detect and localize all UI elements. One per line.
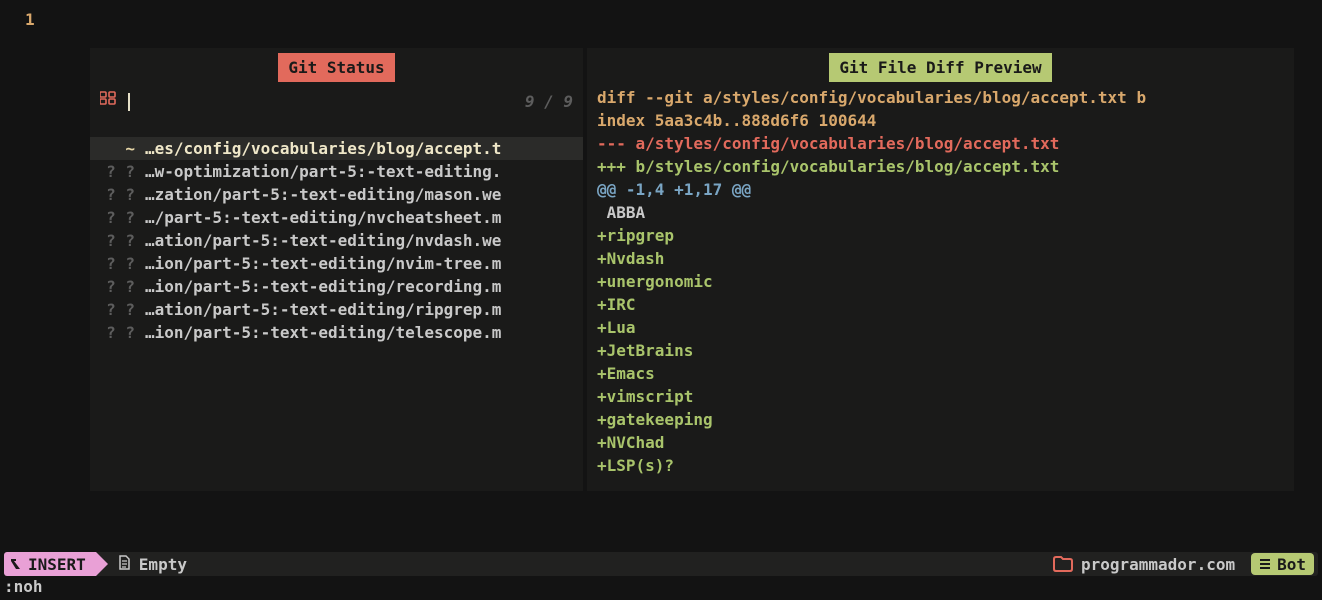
position-label: Bot: [1277, 553, 1306, 576]
list-item[interactable]: ? ?…w-optimization/part-5:-text-editing.: [90, 160, 583, 183]
git-status-list[interactable]: ~…es/config/vocabularies/blog/accept.t? …: [90, 137, 583, 348]
git-status-title: Git Status: [278, 53, 394, 82]
list-item[interactable]: ~…es/config/vocabularies/blog/accept.t: [90, 137, 583, 160]
git-status-panel: Git Status 9 / 9 ~…es/config/vocabularie…: [90, 48, 583, 491]
file-icon: [118, 553, 131, 576]
list-item[interactable]: ? ?…ion/part-5:-text-editing/telescope.m: [90, 321, 583, 344]
diff-line: +++ b/styles/config/vocabularies/blog/ac…: [597, 155, 1284, 178]
file-status: ? ?: [90, 183, 145, 206]
file-status: ? ?: [90, 206, 145, 229]
diff-line: +IRC: [597, 293, 1284, 316]
diff-line: +Lua: [597, 316, 1284, 339]
file-name: …ion/part-5:-text-editing/recording.m: [145, 275, 501, 298]
diff-line: +ripgrep: [597, 224, 1284, 247]
diff-line: +Emacs: [597, 362, 1284, 385]
result-count: 9 / 9: [525, 90, 573, 113]
telescope-prompt-row: 9 / 9: [90, 86, 583, 131]
diff-line: @@ -1,4 +1,17 @@: [597, 178, 1284, 201]
file-name: …ation/part-5:-text-editing/ripgrep.m: [145, 298, 501, 321]
mode-badge-arrow: [96, 552, 108, 576]
folder-segment: programmador.com: [1043, 553, 1245, 576]
list-item[interactable]: ? ?…ion/part-5:-text-editing/nvim-tree.m: [90, 252, 583, 275]
list-item[interactable]: ? ?…ation/part-5:-text-editing/nvdash.we: [90, 229, 583, 252]
file-status: ? ?: [90, 321, 145, 344]
folder-label: programmador.com: [1081, 553, 1235, 576]
git-diff-panel: Git File Diff Preview diff --git a/style…: [587, 48, 1294, 491]
file-name: …zation/part-5:-text-editing/mason.we: [145, 183, 501, 206]
grid-icon: [100, 90, 116, 113]
diff-line: diff --git a/styles/config/vocabularies/…: [597, 86, 1284, 109]
file-status: ? ?: [90, 298, 145, 321]
file-status: ? ?: [90, 229, 145, 252]
file-status: ? ?: [90, 160, 145, 183]
mode-label: INSERT: [28, 553, 86, 576]
file-name: …ation/part-5:-text-editing/nvdash.we: [145, 229, 501, 252]
list-item[interactable]: ? ?…/part-5:-text-editing/nvcheatsheet.m: [90, 206, 583, 229]
file-status: ~: [90, 137, 145, 160]
file-status: ? ?: [90, 275, 145, 298]
diff-content: diff --git a/styles/config/vocabularies/…: [587, 82, 1294, 483]
file-name: …ion/part-5:-text-editing/telescope.m: [145, 321, 501, 344]
diff-line: --- a/styles/config/vocabularies/blog/ac…: [597, 132, 1284, 155]
git-diff-title: Git File Diff Preview: [829, 53, 1051, 82]
diff-line: +NVChad: [597, 431, 1284, 454]
diff-line: +unergonomic: [597, 270, 1284, 293]
prompt-cursor[interactable]: [128, 93, 130, 111]
telescope-popup: Git Status 9 / 9 ~…es/config/vocabularie…: [90, 48, 1294, 491]
file-name: …w-optimization/part-5:-text-editing.: [145, 160, 501, 183]
diff-line: +LSP(s)?: [597, 454, 1284, 477]
diff-line: +vimscript: [597, 385, 1284, 408]
mode-badge: INSERT: [4, 552, 96, 576]
file-segment: Empty: [108, 553, 197, 576]
position-badge: Bot: [1251, 553, 1314, 575]
diff-line: ABBA: [597, 201, 1284, 224]
file-label: Empty: [139, 553, 187, 576]
diff-line: +gatekeeping: [597, 408, 1284, 431]
lines-icon: [1259, 557, 1271, 571]
vim-icon: [10, 558, 22, 570]
file-name: …es/config/vocabularies/blog/accept.t: [145, 137, 501, 160]
diff-line: +JetBrains: [597, 339, 1284, 362]
diff-line: index 5aa3c4b..888d6f6 100644: [597, 109, 1284, 132]
folder-icon: [1053, 556, 1073, 572]
file-status: ? ?: [90, 252, 145, 275]
command-line[interactable]: :noh: [4, 575, 43, 598]
list-item[interactable]: ? ?…ation/part-5:-text-editing/ripgrep.m: [90, 298, 583, 321]
file-name: …/part-5:-text-editing/nvcheatsheet.m: [145, 206, 501, 229]
line-number: 1: [25, 8, 35, 31]
list-item[interactable]: ? ?…ion/part-5:-text-editing/recording.m: [90, 275, 583, 298]
status-line: INSERT Empty programmador.com Bot: [4, 552, 1318, 576]
diff-line: +Nvdash: [597, 247, 1284, 270]
list-item[interactable]: ? ?…zation/part-5:-text-editing/mason.we: [90, 183, 583, 206]
file-name: …ion/part-5:-text-editing/nvim-tree.m: [145, 252, 501, 275]
